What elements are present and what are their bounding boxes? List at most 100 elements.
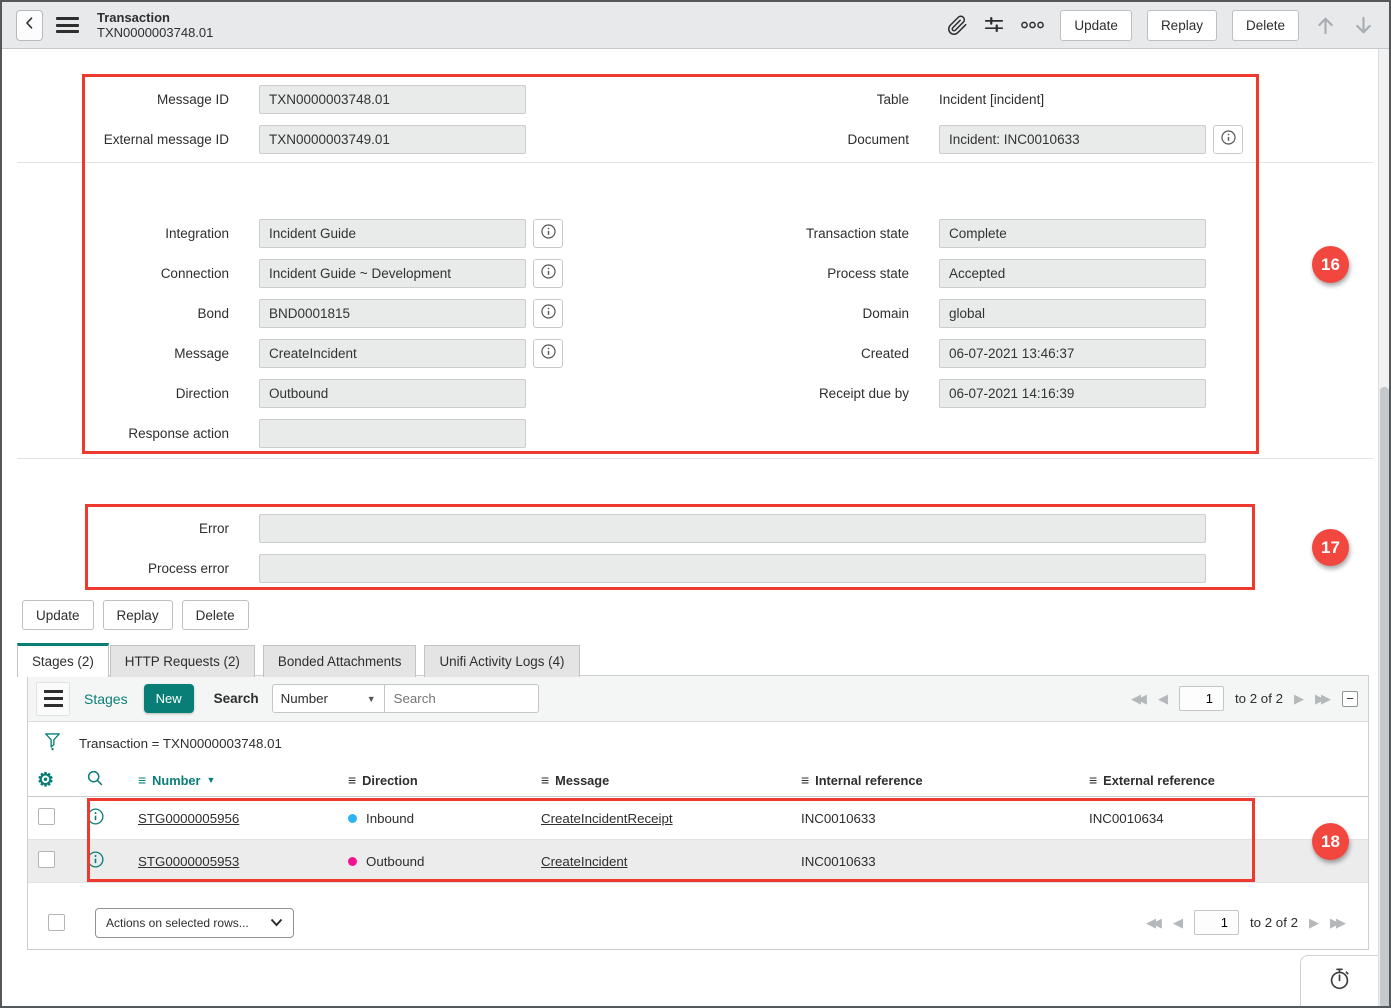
stopwatch-icon[interactable] — [1327, 966, 1352, 996]
message-info-button[interactable] — [533, 339, 563, 368]
chevron-down-icon — [270, 916, 283, 930]
page-number-input[interactable] — [1193, 910, 1239, 935]
created-field[interactable]: 06-07-2021 13:46:37 — [939, 339, 1206, 368]
back-button[interactable] — [16, 9, 43, 41]
column-header-number[interactable]: ≡ Number ▼ — [138, 772, 348, 788]
actions-on-selected-rows-select[interactable]: Actions on selected rows... — [95, 907, 294, 938]
inbound-direction-dot — [348, 813, 357, 823]
form-replay-button[interactable]: Replay — [102, 600, 173, 630]
process-state-label: Process state — [827, 266, 909, 281]
list-header-row: ⚙ ≡ Number ▼ ≡ Direction ≡ Message ≡ Int… — [28, 764, 1368, 797]
bond-info-button[interactable] — [533, 299, 563, 328]
row-checkbox[interactable] — [38, 808, 55, 825]
column-search-icon[interactable] — [86, 769, 138, 791]
receipt-due-by-field[interactable]: 06-07-2021 14:16:39 — [939, 379, 1206, 408]
process-state-field[interactable]: Accepted — [939, 259, 1206, 288]
row-info-icon[interactable] — [86, 850, 138, 872]
external-message-id-field[interactable]: TXN0000003749.01 — [259, 125, 526, 154]
previous-page-icon[interactable]: ◀ — [1173, 916, 1183, 929]
annotation-badge-17: 17 — [1312, 529, 1349, 566]
scrollbar-thumb[interactable] — [1380, 387, 1389, 1006]
error-label: Error — [199, 521, 229, 536]
list-footer-row: Actions on selected rows... ◀◀ ◀ to 2 of… — [28, 896, 1368, 949]
error-field[interactable] — [259, 514, 1206, 543]
column-header-direction[interactable]: ≡ Direction — [348, 772, 541, 788]
more-options-icon[interactable] — [1020, 20, 1045, 30]
stage-row-1: STG0000005956 Inbound CreateIncidentRece… — [28, 797, 1368, 840]
first-page-icon[interactable]: ◀◀ — [1146, 916, 1162, 929]
info-icon — [540, 263, 557, 285]
stage-number-link[interactable]: STG0000005956 — [138, 811, 239, 826]
first-page-icon[interactable]: ◀◀ — [1131, 692, 1147, 705]
column-header-message[interactable]: ≡ Message — [541, 772, 801, 788]
tab-stages[interactable]: Stages (2) — [17, 643, 109, 677]
header-delete-button[interactable]: Delete — [1231, 9, 1299, 41]
column-header-internal-reference[interactable]: ≡ Internal reference — [801, 772, 1089, 788]
process-error-field[interactable] — [259, 554, 1206, 583]
message-field[interactable]: CreateIncident — [259, 339, 526, 368]
page-number-input[interactable] — [1178, 686, 1224, 711]
form-context-menu-icon[interactable] — [56, 14, 79, 37]
annotation-badge-16: 16 — [1312, 246, 1349, 283]
direction-field[interactable]: Outbound — [259, 379, 526, 408]
stage-message-link[interactable]: CreateIncidentReceipt — [541, 811, 673, 826]
stage-message-link[interactable]: CreateIncident — [541, 854, 627, 869]
column-menu-icon: ≡ — [541, 772, 550, 788]
response-action-field[interactable] — [259, 419, 526, 448]
receipt-due-by-label: Receipt due by — [818, 386, 909, 401]
next-page-icon[interactable]: ▶ — [1309, 916, 1319, 929]
scroll-up-arrow-icon[interactable] — [1314, 14, 1337, 37]
message-id-field[interactable]: TXN0000003748.01 — [259, 85, 526, 114]
tab-bonded-attachments[interactable]: Bonded Attachments — [262, 645, 417, 677]
process-error-label: Process error — [147, 561, 229, 576]
direction-value: Outbound — [366, 853, 425, 869]
stage-number-link[interactable]: STG0000005953 — [138, 854, 239, 869]
list-toolbar: Stages New Search Number ▼ ◀◀ ◀ to 2 of … — [28, 676, 1368, 722]
list-settings-gear-icon[interactable]: ⚙ — [28, 769, 86, 792]
previous-page-icon[interactable]: ◀ — [1158, 692, 1168, 705]
info-icon — [540, 223, 557, 245]
row-info-icon[interactable] — [86, 807, 138, 829]
collapse-list-icon[interactable]: − — [1342, 690, 1358, 707]
vertical-scrollbar[interactable] — [1378, 49, 1389, 1006]
search-column-select[interactable]: Number ▼ — [271, 684, 385, 713]
integration-field[interactable]: Incident Guide — [259, 219, 526, 248]
info-icon — [1220, 129, 1237, 151]
outbound-direction-dot — [348, 856, 357, 866]
tab-http-requests[interactable]: HTTP Requests (2) — [109, 645, 255, 677]
list-search-input[interactable] — [384, 684, 539, 713]
list-pagination-bottom: ◀◀ ◀ to 2 of 2 ▶ ▶▶ — [1146, 910, 1346, 935]
connection-field[interactable]: Incident Guide ~ Development — [259, 259, 526, 288]
integration-info-button[interactable] — [533, 219, 563, 248]
personalize-form-icon[interactable] — [983, 14, 1005, 36]
chevron-left-icon — [21, 14, 39, 37]
transaction-state-field[interactable]: Complete — [939, 219, 1206, 248]
domain-field[interactable]: global — [939, 299, 1206, 328]
search-label: Search — [213, 691, 259, 706]
document-info-button[interactable] — [1213, 125, 1243, 154]
form-button-row: Update Replay Delete — [22, 600, 249, 630]
tab-unifi-activity-logs[interactable]: Unifi Activity Logs (4) — [424, 645, 580, 677]
document-field[interactable]: Incident: INC0010633 — [939, 125, 1206, 154]
column-header-external-reference[interactable]: ≡ External reference — [1089, 772, 1368, 788]
form-update-button[interactable]: Update — [22, 600, 94, 630]
paperclip-icon[interactable] — [947, 14, 968, 36]
filter-funnel-icon[interactable] — [43, 731, 62, 755]
internal-reference-value: INC0010633 — [801, 810, 876, 826]
last-page-icon[interactable]: ▶▶ — [1330, 916, 1346, 929]
bond-field[interactable]: BND0001815 — [259, 299, 526, 328]
filter-breadcrumb[interactable]: Transaction = TXN0000003748.01 — [79, 736, 282, 751]
form-delete-button[interactable]: Delete — [181, 600, 249, 630]
last-page-icon[interactable]: ▶▶ — [1315, 692, 1331, 705]
list-title[interactable]: Stages — [84, 691, 128, 707]
connection-info-button[interactable] — [533, 259, 563, 288]
scroll-down-arrow-icon[interactable] — [1352, 14, 1375, 37]
select-all-checkbox[interactable] — [48, 914, 65, 931]
list-menu-icon[interactable] — [36, 681, 70, 716]
row-checkbox[interactable] — [38, 851, 55, 868]
header-update-button[interactable]: Update — [1060, 9, 1132, 41]
header-replay-button[interactable]: Replay — [1146, 9, 1217, 41]
new-record-button[interactable]: New — [143, 684, 194, 713]
column-menu-icon: ≡ — [138, 772, 147, 788]
next-page-icon[interactable]: ▶ — [1294, 692, 1304, 705]
